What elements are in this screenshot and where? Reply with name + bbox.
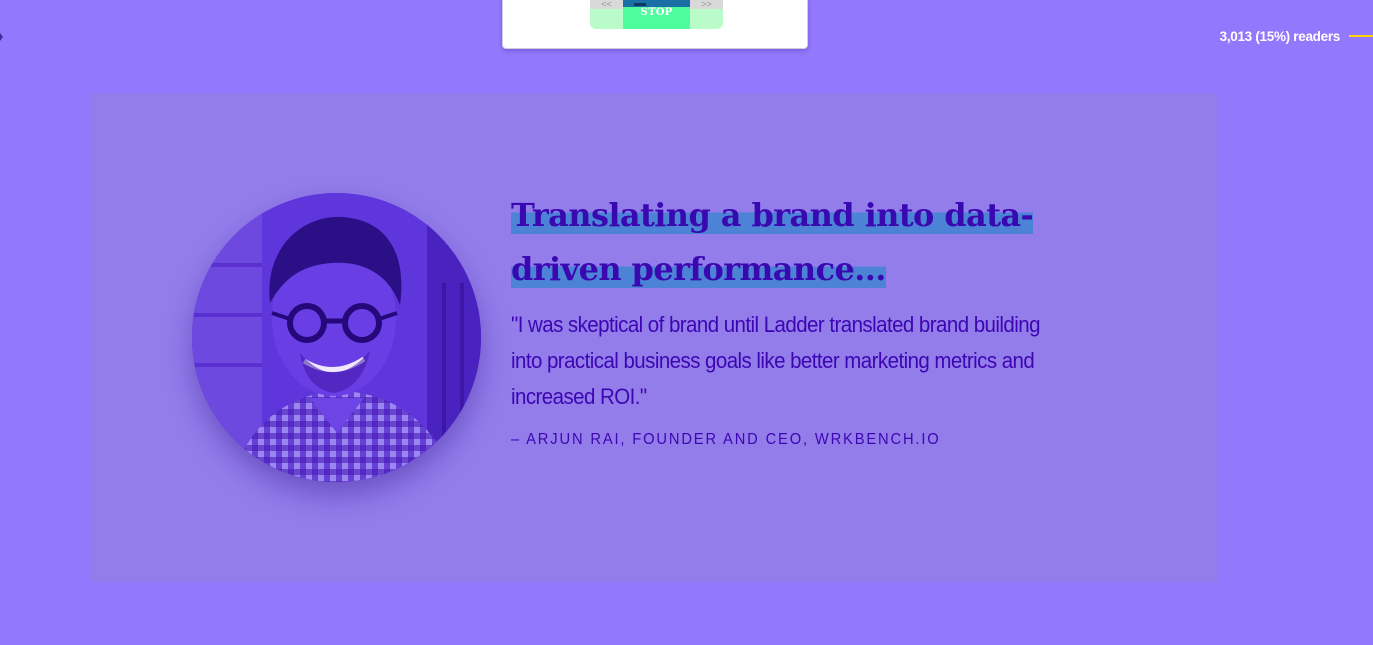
next-button[interactable]: >> <box>690 0 723 29</box>
headline-text: Translating a brand into data-driven per… <box>511 196 1034 288</box>
stop-button-label: STOP <box>640 7 673 18</box>
previous-icon: << <box>601 0 612 9</box>
readers-indicator: 3,013 (15%) readers <box>1220 27 1373 45</box>
player-controls: << STOP >> <box>590 0 723 29</box>
readers-count: 3,013 (15%) readers <box>1219 28 1341 44</box>
testimonial-quote: "I was skeptical of brand until Ladder t… <box>511 312 1040 409</box>
next-icon: >> <box>701 0 712 9</box>
testimonial-attribution: – Arjun Rai, Founder and CEO, Wrkbench.i… <box>511 431 941 448</box>
edge-marker-icon <box>0 33 3 41</box>
player-widget: << STOP >> <box>502 0 808 49</box>
testimonial-headline: Translating a brand into data-driven per… <box>511 188 1111 296</box>
readers-marker-line <box>1349 35 1373 37</box>
page: << STOP >> 3,013 (15%) readers Translati… <box>0 0 1373 645</box>
stop-button-strip <box>623 0 690 7</box>
previous-button[interactable]: << <box>590 0 623 29</box>
stop-button[interactable]: STOP <box>623 0 690 29</box>
avatar <box>192 193 481 482</box>
person-photo-icon <box>192 193 481 482</box>
